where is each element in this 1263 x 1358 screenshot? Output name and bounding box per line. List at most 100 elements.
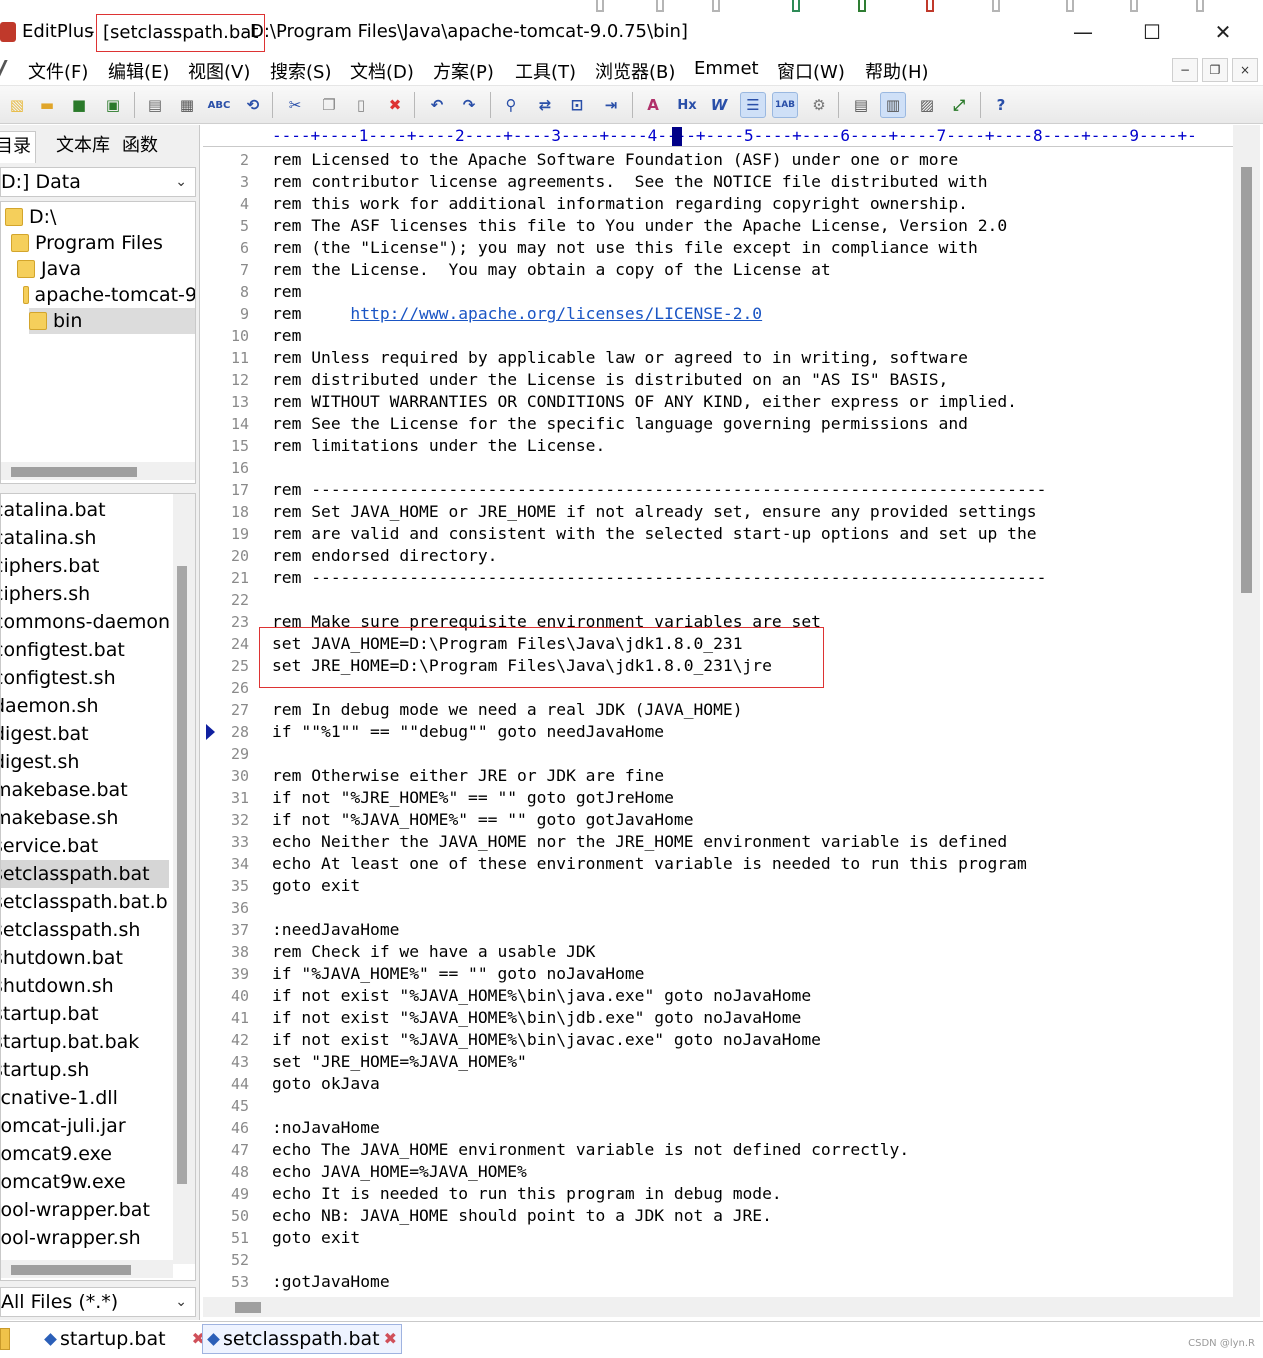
file-list-item[interactable]: shutdown.bat (1, 944, 169, 972)
menu-browser[interactable]: 浏览器(B) (595, 58, 675, 84)
file-list-item[interactable]: configtest.sh (1, 664, 169, 692)
spellcheck-icon[interactable]: ABC (206, 92, 232, 118)
code-line-text: if ""%1"" == ""debug"" goto needJavaHome (272, 722, 665, 741)
cut-icon[interactable]: ✂ (282, 92, 308, 118)
help-icon[interactable]: ? (988, 92, 1014, 118)
tab-directory[interactable]: 目录 (0, 131, 36, 163)
close-tab-icon[interactable]: ✖ (384, 1324, 397, 1354)
file-list-item[interactable]: startup.bat.bak (1, 1028, 169, 1056)
menu-edit[interactable]: 编辑(E) (108, 58, 169, 84)
mdi-restore-button[interactable]: ❐ (1202, 58, 1228, 82)
menu-document[interactable]: 文档(D) (350, 58, 414, 84)
output-window-icon[interactable]: ▨ (914, 92, 940, 118)
redo-icon[interactable]: ↷ (456, 92, 482, 118)
code-line-text: :gotJavaHome (272, 1272, 390, 1291)
settings-icon[interactable]: ⚙ (806, 92, 832, 118)
line-number: 19 (230, 525, 249, 543)
menu-project[interactable]: 方案(P) (433, 58, 494, 84)
file-list-item[interactable]: tomcat9.exe (1, 1140, 169, 1168)
paste-icon[interactable]: ▯ (348, 92, 374, 118)
open-file-icon[interactable]: ▬ (34, 92, 60, 118)
file-list-item[interactable]: service.bat (1, 832, 169, 860)
tree-item-drive[interactable]: D:\ (5, 204, 56, 230)
file-list-item[interactable]: daemon.sh (1, 692, 169, 720)
file-list-vertical-scrollbar[interactable] (173, 494, 195, 1264)
file-list-item[interactable]: tomcat-juli.jar (1, 1112, 169, 1140)
file-list-item[interactable]: startup.bat (1, 1000, 169, 1028)
tab-cliptext[interactable]: 文本库 (56, 131, 110, 163)
directory-window-icon[interactable]: ▤ (848, 92, 874, 118)
replace-icon[interactable]: ⇄ (532, 92, 558, 118)
menu-help[interactable]: 帮助(H) (865, 58, 929, 84)
line-number: 26 (230, 679, 249, 697)
file-list-horizontal-scrollbar[interactable] (1, 1260, 173, 1278)
file-list-item[interactable]: setclasspath.bat (1, 860, 169, 888)
file-list-item[interactable]: digest.bat (1, 720, 169, 748)
file-list-item[interactable]: ciphers.bat (1, 552, 169, 580)
goto-line-icon[interactable]: ⇥ (598, 92, 624, 118)
tree-item-program-files[interactable]: Program Files (11, 230, 163, 256)
file-list-item[interactable]: shutdown.sh (1, 972, 169, 1000)
editor-horizontal-scrollbar[interactable] (203, 1297, 1260, 1317)
code-area[interactable]: rem Licensed to the Apache Software Foun… (272, 149, 1232, 1297)
copy-icon[interactable]: ❐ (316, 92, 342, 118)
cliptext-window-icon[interactable]: ▥ (880, 92, 906, 118)
menu-tools[interactable]: 工具(T) (515, 58, 576, 84)
file-list-item[interactable]: setclasspath.bat.bak (1, 888, 169, 916)
file-list-item[interactable]: digest.sh (1, 748, 169, 776)
ruler-toggle-icon[interactable]: 1AB (772, 92, 798, 118)
file-list-item[interactable]: makebase.sh (1, 804, 169, 832)
editor-pane[interactable]: ----+----1----+----2----+----3----+----4… (203, 125, 1260, 1320)
drive-select[interactable]: D:] Data ⌄ (0, 167, 196, 197)
line-number: 33 (230, 833, 249, 851)
menu-file[interactable]: 文件(F) (28, 58, 88, 84)
find-in-files-icon[interactable]: ⊡ (564, 92, 590, 118)
undo-icon[interactable]: ↶ (424, 92, 450, 118)
menu-view[interactable]: 视图(V) (188, 58, 250, 84)
line-number-toggle-icon[interactable]: ☰ (740, 92, 766, 118)
print-icon[interactable]: ▦ (174, 92, 200, 118)
file-list-item[interactable]: tool-wrapper.sh (1, 1224, 169, 1252)
license-link[interactable]: http://www.apache.org/licenses/LICENSE-2… (350, 304, 762, 323)
find-icon[interactable]: ⚲ (498, 92, 524, 118)
line-number: 11 (230, 349, 249, 367)
close-button[interactable]: ✕ (1203, 16, 1243, 48)
tree-horizontal-scrollbar[interactable] (1, 462, 195, 480)
browser-preview-icon[interactable]: ⟲ (240, 92, 266, 118)
tree-item-tomcat[interactable]: apache-tomcat-9 (23, 282, 195, 308)
file-list-item[interactable]: catalina.bat (1, 496, 169, 524)
minimize-button[interactable]: — (1063, 16, 1103, 48)
menu-emmet[interactable]: Emmet (694, 58, 759, 79)
font-icon[interactable]: A (640, 92, 666, 118)
word-wrap-icon[interactable]: W (706, 92, 732, 118)
hex-view-icon[interactable]: Hx (674, 92, 700, 118)
tree-item-bin[interactable]: bin (29, 308, 195, 334)
file-filter-select[interactable]: All Files (*.*) ⌄ (0, 1287, 196, 1317)
mdi-minimize-button[interactable]: − (1172, 58, 1198, 82)
file-list-item[interactable]: catalina.sh (1, 524, 169, 552)
tab-setclasspath-bat[interactable]: setclasspath.bat ✖ (202, 1324, 402, 1354)
line-number: 24 (230, 635, 249, 653)
tree-item-java[interactable]: Java (17, 256, 81, 282)
menu-window[interactable]: 窗口(W) (777, 58, 845, 84)
fullscreen-icon[interactable]: ⤢ (946, 92, 972, 118)
delete-icon[interactable]: ✖ (382, 92, 408, 118)
tab-startup-bat[interactable]: startup.bat ✖ (40, 1324, 205, 1354)
save-icon[interactable]: ■ (66, 92, 92, 118)
file-list-item[interactable]: startup.sh (1, 1056, 169, 1084)
print-preview-icon[interactable]: ▤ (142, 92, 168, 118)
file-list-item[interactable]: setclasspath.sh (1, 916, 169, 944)
maximize-button[interactable]: ☐ (1132, 16, 1172, 48)
file-list-item[interactable]: makebase.bat (1, 776, 169, 804)
mdi-close-button[interactable]: × (1232, 58, 1258, 82)
file-list-item[interactable]: tcnative-1.dll (1, 1084, 169, 1112)
editor-vertical-scrollbar[interactable] (1233, 125, 1260, 1297)
file-list-item[interactable]: commons-daemon.jar (1, 608, 169, 636)
file-list-item[interactable]: ciphers.sh (1, 580, 169, 608)
file-list-item[interactable]: configtest.bat (1, 636, 169, 664)
save-all-icon[interactable]: ▣ (100, 92, 126, 118)
file-list-item[interactable]: tool-wrapper.bat (1, 1196, 169, 1224)
tab-functions[interactable]: 函数 (122, 131, 158, 163)
menu-search[interactable]: 搜索(S) (270, 58, 331, 84)
file-list-item[interactable]: tomcat9w.exe (1, 1168, 169, 1196)
